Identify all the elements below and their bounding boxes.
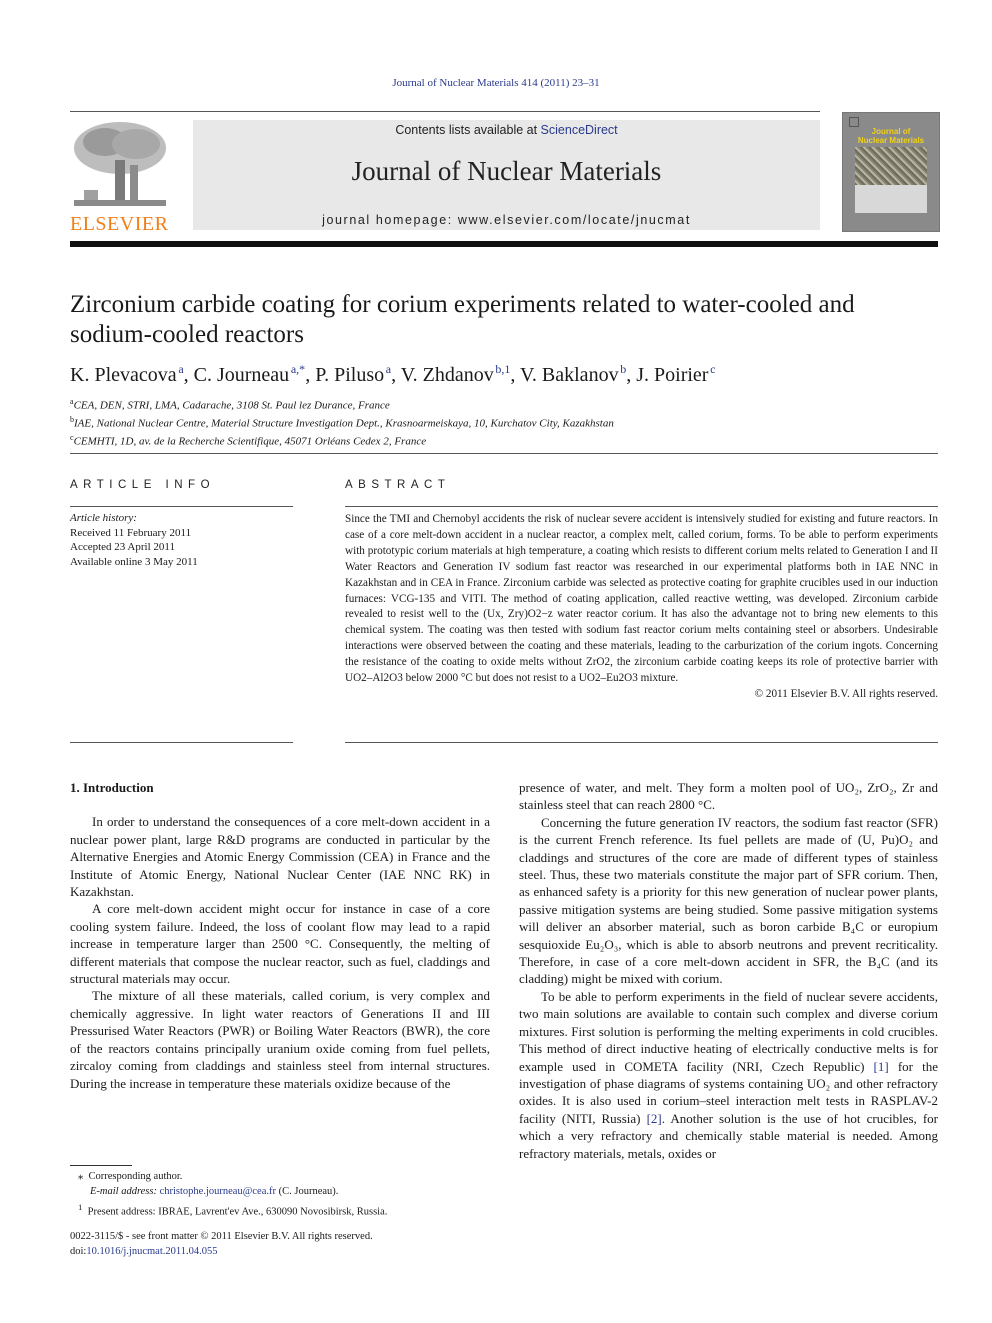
article-info-bottom-rule (70, 742, 293, 743)
article-title: Zirconium carbide coating for corium exp… (70, 291, 855, 348)
doi-link[interactable]: 10.1016/j.jnucmat.2011.04.055 (86, 1246, 217, 1257)
body-paragraph: Concerning the future generation IV reac… (519, 814, 938, 987)
cover-logo-icon (849, 117, 859, 127)
citation-link[interactable]: [1] (874, 1059, 889, 1074)
author[interactable]: J. Poirier c (636, 362, 715, 386)
abstract-bottom-rule (345, 742, 938, 743)
abstract-rule (345, 506, 938, 507)
footnote-rule (70, 1165, 132, 1166)
header-thick-rule (70, 241, 938, 247)
affiliation: bIAE, National Nuclear Centre, Material … (70, 415, 614, 430)
abstract-body: Since the TMI and Chernobyl accidents th… (345, 512, 938, 703)
cover-image (855, 147, 927, 185)
section-heading: 1. Introduction (70, 780, 154, 795)
body-paragraph: A core melt-down accident might occur fo… (70, 901, 490, 987)
abstract-text: Since the TMI and Chernobyl accidents th… (345, 513, 938, 685)
author[interactable]: K. Plevacova a (70, 362, 184, 386)
homepage-prefix: journal homepage: (322, 213, 458, 227)
sciencedirect-link[interactable]: ScienceDirect (541, 123, 618, 137)
body-column-left: 1. Introduction In order to understand t… (70, 779, 490, 1092)
elsevier-logo[interactable]: ELSEVIER (70, 120, 170, 235)
journal-cover-thumbnail[interactable]: Journal of Nuclear Materials (842, 112, 940, 232)
author[interactable]: P. Piluso a (315, 362, 391, 386)
author[interactable]: C. Journeau a,* (194, 362, 306, 386)
cover-panel (855, 185, 927, 213)
elsevier-tree-icon (70, 120, 170, 210)
author-affil-link[interactable]: a (386, 362, 391, 376)
author-affil-link[interactable]: a (178, 362, 183, 376)
cover-title-line2: Nuclear Materials (857, 136, 925, 145)
footnote-corresponding: ⁎ Corresponding author. (78, 1171, 183, 1182)
body-paragraph: The mixture of all these materials, call… (70, 988, 490, 1091)
body-paragraph: presence of water, and melt. They form a… (519, 780, 938, 813)
body-paragraph: To be able to perform experiments in the… (519, 988, 938, 1161)
author-affil-link[interactable]: c (710, 362, 715, 376)
journal-homepage: journal homepage: www.elsevier.com/locat… (193, 213, 820, 227)
abstract-heading: ABSTRACT (345, 479, 451, 491)
contents-line: Contents lists available at ScienceDirec… (193, 123, 820, 137)
article-info-heading: ARTICLE INFO (70, 479, 216, 491)
footnote-email: E-mail address: christophe.journeau@cea.… (90, 1185, 339, 1197)
received-date: Received 11 February 2011 (70, 526, 192, 539)
header-top-rule (70, 111, 820, 112)
abstract-copyright: © 2011 Elsevier B.V. All rights reserved… (754, 687, 938, 700)
front-matter: 0022-3115/$ - see front matter © 2011 El… (70, 1230, 490, 1260)
footnotes: ⁎ Corresponding author. E-mail address: … (78, 1170, 498, 1220)
email-link[interactable]: christophe.journeau@cea.fr (160, 1186, 276, 1197)
footnote-present-address: 1 Present address: IBRAE, Lavrent'ev Ave… (78, 1201, 388, 1218)
contents-prefix: Contents lists available at (395, 123, 541, 137)
article-history: Article history: Received 11 February 20… (70, 511, 293, 569)
elsevier-wordmark: ELSEVIER (70, 213, 169, 235)
cover-title: Journal of Nuclear Materials (843, 127, 939, 145)
author-affil-link[interactable]: b,1 (495, 362, 510, 376)
citation-link[interactable]: [2] (647, 1111, 662, 1126)
issn-line: 0022-3115/$ - see front matter © 2011 El… (70, 1231, 373, 1242)
journal-title: Journal of Nuclear Materials (351, 156, 662, 186)
journal-banner: Contents lists available at ScienceDirec… (193, 120, 820, 230)
cover-title-line1: Journal of (871, 127, 911, 136)
online-date: Available online 3 May 2011 (70, 555, 198, 568)
author[interactable]: V. Zhdanov b,1 (401, 362, 511, 386)
author[interactable]: V. Baklanov b (520, 362, 626, 386)
running-head[interactable]: Journal of Nuclear Materials 414 (2011) … (0, 77, 992, 89)
homepage-link[interactable]: www.elsevier.com/locate/jnucmat (458, 213, 691, 227)
affiliation: aCEA, DEN, STRI, LMA, Cadarache, 3108 St… (70, 397, 390, 412)
article-info-rule (70, 506, 293, 507)
section-rule (70, 453, 938, 454)
affiliation: cCEMHTI, 1D, av. de la Recherche Scienti… (70, 433, 427, 448)
body-column-right: presence of water, and melt. They form a… (519, 779, 938, 1162)
accepted-date: Accepted 23 April 2011 (70, 541, 175, 553)
author-list: K. Plevacova a, C. Journeau a,*, P. Pilu… (70, 362, 716, 386)
doi-line: doi:10.1016/j.jnucmat.2011.04.055 (70, 1245, 218, 1257)
history-label: Article history: (70, 512, 137, 524)
affiliations: aCEA, DEN, STRI, LMA, Cadarache, 3108 St… (70, 395, 930, 449)
author-affil-link[interactable]: b (620, 362, 626, 376)
body-paragraph: In order to understand the consequences … (70, 814, 490, 900)
author-affil-link[interactable]: a,* (291, 362, 305, 376)
